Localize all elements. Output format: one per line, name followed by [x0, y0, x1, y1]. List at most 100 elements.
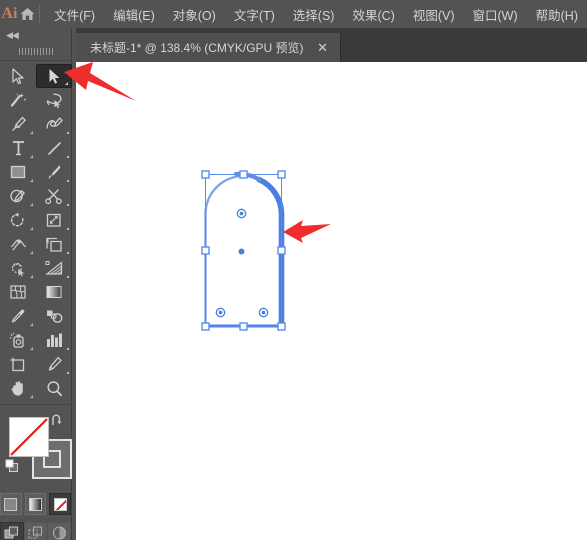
panel-divider-lower	[0, 404, 71, 405]
draw-normal-button[interactable]	[0, 522, 24, 540]
gradient-icon	[29, 497, 42, 511]
fill-color-swatch[interactable]	[9, 417, 49, 457]
menu-type[interactable]: 文字(T)	[225, 0, 284, 28]
tool-flyout-indicator	[66, 155, 69, 158]
slice-tool[interactable]	[36, 352, 72, 376]
bbox-handle-bottom-center	[239, 322, 248, 331]
width-point-bottom-right	[258, 307, 269, 318]
direct-selection-tool[interactable]	[36, 64, 72, 88]
draw-behind-button[interactable]	[23, 522, 48, 540]
tool-flyout-indicator	[66, 203, 69, 206]
menu-divider	[38, 5, 40, 23]
tool-flyout-indicator	[66, 371, 69, 374]
tool-flyout-indicator	[30, 179, 33, 182]
close-icon[interactable]: ✕	[316, 41, 330, 55]
document-tab-bar: 未标题-1* @ 138.4% (CMYK/GPU 预览) ✕	[76, 28, 587, 62]
selection-tool[interactable]	[0, 64, 36, 88]
tool-flyout-indicator	[66, 179, 69, 182]
menu-object[interactable]: 对象(O)	[164, 0, 225, 28]
rectangle-tool[interactable]	[0, 160, 36, 184]
menu-window[interactable]: 窗口(W)	[464, 0, 527, 28]
menu-edit[interactable]: 编辑(E)	[104, 0, 164, 28]
type-tool[interactable]	[0, 136, 36, 160]
width-point-top	[236, 208, 247, 219]
tool-flyout-indicator	[30, 203, 33, 206]
tool-flyout-indicator	[30, 131, 33, 134]
blend-tool[interactable]	[36, 304, 72, 328]
perspective-grid-tool[interactable]	[36, 256, 72, 280]
scale-tool[interactable]	[36, 208, 72, 232]
magic-wand-tool[interactable]	[0, 88, 36, 112]
free-transform-tool[interactable]	[36, 232, 72, 256]
eyedropper-tool[interactable]	[0, 304, 36, 328]
bbox-handle-middle-left	[201, 246, 210, 255]
panel-drag-handle[interactable]	[0, 42, 71, 60]
menu-effect[interactable]: 效果(C)	[343, 0, 403, 28]
width-points-group[interactable]	[215, 208, 269, 318]
artboard-tool[interactable]	[0, 352, 36, 376]
home-icon[interactable]	[19, 0, 37, 28]
tool-flyout-indicator	[30, 347, 33, 350]
tool-flyout-indicator	[66, 227, 69, 230]
bbox-handle-bottom-left	[201, 322, 210, 331]
none-slash-icon	[10, 418, 48, 456]
rotate-tool[interactable]	[0, 208, 36, 232]
bbox-handle-bottom-right	[277, 322, 286, 331]
draw-inside-button[interactable]	[47, 522, 72, 540]
scissors-tool[interactable]	[36, 184, 72, 208]
grip-dots-icon	[18, 47, 53, 55]
draw-mode-row	[0, 522, 72, 540]
symbol-sprayer-tool[interactable]	[0, 328, 36, 352]
width-tool[interactable]	[0, 232, 36, 256]
document-tab-label: 未标题-1* @ 138.4% (CMYK/GPU 预览)	[90, 41, 304, 55]
tool-flyout-indicator	[66, 275, 69, 278]
menu-file[interactable]: 文件(F)	[45, 0, 104, 28]
menu-item-list: 文件(F) 编辑(E) 对象(O) 文字(T) 选择(S) 效果(C) 视图(V…	[45, 0, 587, 28]
none-mode-button[interactable]	[49, 493, 72, 515]
mesh-tool[interactable]	[0, 280, 36, 304]
line-segment-tool[interactable]	[36, 136, 72, 160]
tool-flyout-indicator	[66, 347, 69, 350]
color-mode-button[interactable]	[0, 493, 22, 515]
curvature-tool[interactable]	[36, 112, 72, 136]
width-point-bottom-left	[215, 307, 226, 318]
solid-color-icon	[4, 497, 18, 511]
gradient-mode-button[interactable]	[24, 493, 47, 515]
shape-builder-tool[interactable]	[0, 256, 36, 280]
tool-flyout-indicator	[30, 227, 33, 230]
tool-flyout-indicator	[65, 82, 68, 85]
shaper-tool[interactable]	[0, 184, 36, 208]
pen-tool[interactable]	[0, 112, 36, 136]
column-graph-tool[interactable]	[36, 328, 72, 352]
paintbrush-tool[interactable]	[36, 160, 72, 184]
hand-tool[interactable]	[0, 376, 36, 400]
collapse-panel-icon[interactable]: ◀◀	[0, 28, 71, 42]
tool-flyout-indicator	[30, 155, 33, 158]
tool-flyout-indicator	[66, 131, 69, 134]
illustrator-window: Ai 文件(F) 编辑(E) 对象(O) 文字(T) 选择(S) 效果(C) 视…	[0, 0, 587, 540]
bbox-handle-top-right	[277, 170, 286, 179]
gradient-tool[interactable]	[36, 280, 72, 304]
tools-panel: ◀◀	[0, 28, 72, 540]
tool-flyout-indicator	[30, 251, 33, 254]
tool-flyout-indicator	[30, 323, 33, 326]
default-fill-stroke-icon[interactable]	[5, 459, 19, 473]
tool-flyout-indicator	[30, 395, 33, 398]
path-center-point	[238, 248, 245, 255]
tool-grid	[0, 64, 72, 400]
bbox-handle-middle-right	[277, 246, 286, 255]
menu-bar: Ai 文件(F) 编辑(E) 对象(O) 文字(T) 选择(S) 效果(C) 视…	[0, 0, 587, 28]
paint-mode-row	[0, 493, 72, 515]
canvas-artboard[interactable]	[76, 62, 587, 540]
lasso-tool[interactable]	[36, 88, 72, 112]
zoom-tool[interactable]	[36, 376, 72, 400]
swap-fill-stroke-icon[interactable]	[50, 413, 64, 427]
tool-flyout-indicator	[30, 275, 33, 278]
document-tab[interactable]: 未标题-1* @ 138.4% (CMYK/GPU 预览) ✕	[76, 33, 341, 62]
menu-select[interactable]: 选择(S)	[284, 0, 344, 28]
menu-help[interactable]: 帮助(H)	[527, 0, 587, 28]
menu-view[interactable]: 视图(V)	[404, 0, 464, 28]
no-color-icon	[53, 497, 67, 511]
color-controls	[0, 411, 72, 489]
tool-flyout-indicator	[66, 251, 69, 254]
